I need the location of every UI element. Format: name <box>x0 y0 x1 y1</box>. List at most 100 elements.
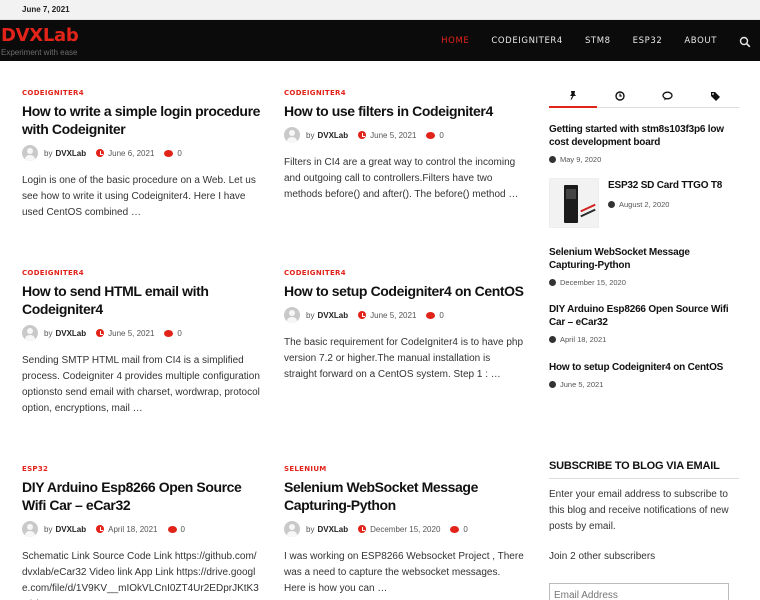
subscriber-count: Join 2 other subscribers <box>549 551 656 562</box>
post-date[interactable]: December 15, 2020 <box>370 525 440 534</box>
avatar <box>284 521 300 537</box>
post-meta: by DVXLab June 5, 2021 0 <box>284 307 524 323</box>
post-category[interactable]: CODEIGNITER4 <box>284 269 524 277</box>
clock-icon <box>549 156 556 163</box>
comment-count[interactable]: 0 <box>439 311 443 320</box>
divider <box>549 478 739 479</box>
post-title[interactable]: Selenium WebSocket Message Capturing-Pyt… <box>284 478 524 514</box>
clock-icon <box>615 90 625 104</box>
post-title[interactable]: How to send HTML email with Codeigniter4 <box>22 282 262 318</box>
sidebar-tabs <box>549 86 739 108</box>
sidebar-widget: Getting started with stm8s103f3p6 low co… <box>549 86 739 389</box>
post-category[interactable]: CODEIGNITER4 <box>284 89 524 97</box>
post-author[interactable]: DVXLab <box>55 149 86 158</box>
sidebar-post-meta: May 9, 2020 <box>549 155 739 164</box>
sidebar-post-meta: December 15, 2020 <box>549 278 739 287</box>
avatar <box>22 521 38 537</box>
avatar <box>22 325 38 341</box>
comment-count[interactable]: 0 <box>439 131 443 140</box>
search-icon[interactable] <box>739 35 751 47</box>
sidebar-post: Selenium WebSocket Message Capturing-Pyt… <box>549 246 739 287</box>
subscribe-heading: SUBSCRIBE TO BLOG VIA EMAIL <box>549 460 720 472</box>
post-date[interactable]: June 5, 2021 <box>370 131 416 140</box>
top-bar: June 7, 2021 <box>0 0 760 20</box>
post-card: CODEIGNITER4 How to setup Codeigniter4 o… <box>284 269 524 383</box>
comment-count[interactable]: 0 <box>181 525 185 534</box>
clock-icon <box>358 311 367 319</box>
clock-icon <box>96 329 105 337</box>
nav-codeigniter4[interactable]: CODEIGNITER4 <box>491 36 563 46</box>
main-nav: HOME CODEIGNITER4 STM8 ESP32 ABOUT <box>441 20 760 61</box>
post-date[interactable]: June 5, 2021 <box>108 329 154 338</box>
post-meta: by DVXLab June 6, 2021 0 <box>22 145 262 161</box>
nav-stm8[interactable]: STM8 <box>585 36 611 46</box>
post-category[interactable]: ESP32 <box>22 465 262 473</box>
subscribe-description: Enter your email address to subscribe to… <box>549 489 729 532</box>
post-title[interactable]: DIY Arduino Esp8266 Open Source Wifi Car… <box>22 478 262 514</box>
tags-icon <box>710 91 721 104</box>
post-excerpt: Schematic Link Source Code Link https://… <box>22 551 259 600</box>
comment-count[interactable]: 0 <box>463 525 467 534</box>
clock-icon <box>549 279 556 286</box>
post-meta: by DVXLab June 5, 2021 0 <box>284 127 524 143</box>
current-date: June 7, 2021 <box>22 5 70 14</box>
nav-esp32[interactable]: ESP32 <box>633 36 663 46</box>
sidebar-post-date[interactable]: May 9, 2020 <box>560 155 601 164</box>
tab-recent[interactable] <box>597 86 645 108</box>
post-excerpt: Sending SMTP HTML mail from CI4 is a sim… <box>22 355 260 414</box>
post-category[interactable]: CODEIGNITER4 <box>22 269 262 277</box>
comment-icon <box>426 311 436 319</box>
sidebar-post-date[interactable]: December 15, 2020 <box>560 278 626 287</box>
author-prefix: by <box>306 310 315 320</box>
clock-icon <box>96 149 105 157</box>
sidebar-post: How to setup Codeigniter4 on CentOS June… <box>549 361 739 389</box>
avatar <box>22 145 38 161</box>
tab-popular[interactable] <box>549 86 597 108</box>
post-excerpt: I was working on ESP8266 Websocket Proje… <box>284 551 524 594</box>
post-date[interactable]: June 5, 2021 <box>370 311 416 320</box>
post-title[interactable]: How to write a simple login procedure wi… <box>22 102 262 138</box>
post-excerpt: Filters in CI4 are a great way to contro… <box>284 157 519 200</box>
clock-icon <box>549 336 556 343</box>
tab-tags[interactable] <box>692 86 740 108</box>
sidebar-post-title[interactable]: Selenium WebSocket Message Capturing-Pyt… <box>549 246 739 272</box>
post-card: CODEIGNITER4 How to write a simple login… <box>22 89 262 221</box>
comment-icon <box>164 149 174 157</box>
post-author[interactable]: DVXLab <box>317 525 348 534</box>
post-author[interactable]: DVXLab <box>55 329 86 338</box>
post-author[interactable]: DVXLab <box>317 311 348 320</box>
sidebar-post-date[interactable]: April 18, 2021 <box>560 335 606 344</box>
post-card: ESP32 DIY Arduino Esp8266 Open Source Wi… <box>22 465 262 600</box>
comment-count[interactable]: 0 <box>177 329 181 338</box>
author-prefix: by <box>306 130 315 140</box>
post-title[interactable]: How to use filters in Codeigniter4 <box>284 102 524 120</box>
comment-icon <box>167 525 177 533</box>
post-author[interactable]: DVXLab <box>317 131 348 140</box>
post-date[interactable]: April 18, 2021 <box>108 525 157 534</box>
comment-count[interactable]: 0 <box>177 149 181 158</box>
post-category[interactable]: CODEIGNITER4 <box>22 89 262 97</box>
sidebar-post-date[interactable]: August 2, 2020 <box>619 200 669 209</box>
post-meta: by DVXLab June 5, 2021 0 <box>22 325 262 341</box>
sidebar-post-date[interactable]: June 5, 2021 <box>560 380 603 389</box>
post-author[interactable]: DVXLab <box>55 525 86 534</box>
sidebar-post-title[interactable]: How to setup Codeigniter4 on CentOS <box>549 361 739 374</box>
sidebar-post: DIY Arduino Esp8266 Open Source Wifi Car… <box>549 303 739 344</box>
post-thumbnail[interactable] <box>549 178 599 228</box>
post-meta: by DVXLab December 15, 2020 0 <box>284 521 524 537</box>
clock-icon <box>608 201 615 208</box>
site-logo[interactable]: DVXLab <box>1 25 79 46</box>
tab-comments[interactable] <box>644 86 692 108</box>
comment-icon <box>450 525 460 533</box>
post-title[interactable]: How to setup Codeigniter4 on CentOS <box>284 282 524 300</box>
clock-icon <box>358 525 367 533</box>
sidebar-post-meta: June 5, 2021 <box>549 380 739 389</box>
nav-about[interactable]: ABOUT <box>684 36 717 46</box>
email-field[interactable] <box>549 583 729 600</box>
sidebar-post-title[interactable]: DIY Arduino Esp8266 Open Source Wifi Car… <box>549 303 739 329</box>
site-header: DVXLab Experiment with ease HOME CODEIGN… <box>0 20 760 61</box>
post-category[interactable]: SELENIUM <box>284 465 524 473</box>
nav-home[interactable]: HOME <box>441 36 469 46</box>
post-date[interactable]: June 6, 2021 <box>108 149 154 158</box>
sidebar-post-title[interactable]: Getting started with stm8s103f3p6 low co… <box>549 123 739 149</box>
